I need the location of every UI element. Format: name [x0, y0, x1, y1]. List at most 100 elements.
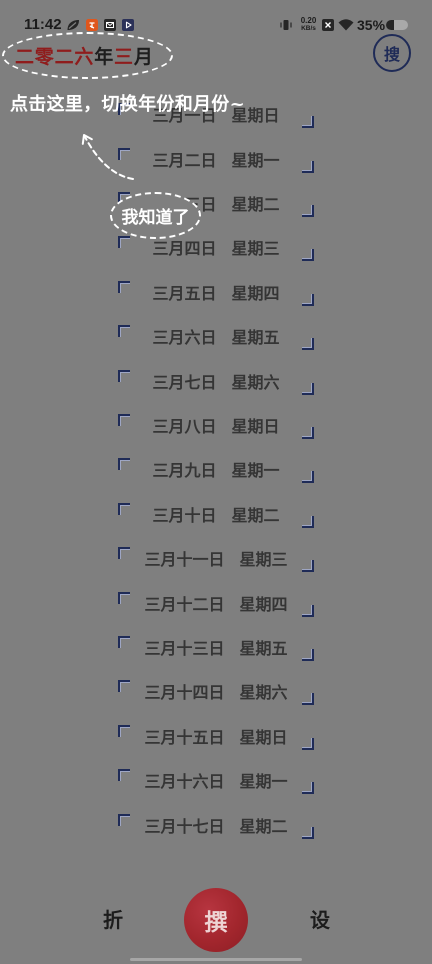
day-weekday: 星期一: [231, 461, 280, 481]
day-row[interactable]: 三月四日 星期三: [0, 227, 432, 271]
corner-ornament-icon: [118, 414, 130, 427]
day-row[interactable]: 三月十五日 星期日: [0, 716, 432, 760]
corner-ornament-icon: [302, 427, 314, 440]
vibrate-icon: [280, 19, 292, 31]
day-date: 三月四日: [152, 239, 217, 259]
day-row[interactable]: 三月五日 星期四: [0, 272, 432, 316]
day-row[interactable]: 三月十日 星期二: [0, 494, 432, 538]
day-frame: 三月八日 星期日: [118, 414, 314, 440]
day-frame: 三月十四日 星期六: [118, 680, 314, 706]
corner-ornament-icon: [302, 826, 314, 839]
month-title[interactable]: 二零二六年三月: [15, 45, 154, 69]
day-date: 三月十三日: [144, 639, 225, 659]
corner-ornament-icon: [118, 502, 130, 515]
day-row[interactable]: 三月十七日 星期二: [0, 805, 432, 849]
day-frame: 三月十二日 星期四: [118, 591, 314, 617]
day-frame: 三月四日 星期三: [118, 236, 314, 262]
day-frame: 三月十六日 星期一: [118, 769, 314, 795]
day-frame: 三月二日 星期一: [118, 147, 314, 173]
day-date: 三月十二日: [144, 594, 225, 614]
day-row[interactable]: 三月十四日 星期六: [0, 671, 432, 715]
play-icon: [122, 19, 134, 31]
day-row[interactable]: 三月十二日 星期四: [0, 582, 432, 626]
day-row[interactable]: 三月十六日 星期一: [0, 760, 432, 804]
corner-ornament-icon: [118, 280, 130, 293]
day-date: 三月七日: [152, 372, 217, 392]
day-date: 三月十一日: [144, 550, 225, 570]
corner-ornament-icon: [118, 769, 130, 782]
wifi-icon: [338, 18, 354, 31]
got-it-button[interactable]: 我知道了: [110, 192, 201, 239]
day-frame: 三月五日 星期四: [118, 280, 314, 306]
day-date: 三月十四日: [144, 683, 225, 703]
app-badge-icon: [86, 19, 98, 31]
day-row[interactable]: 三月十三日 星期五: [0, 627, 432, 671]
day-frame: 三月九日 星期一: [118, 458, 314, 484]
day-weekday: 星期四: [239, 594, 288, 614]
title-part: 二零二六: [15, 46, 95, 68]
day-row[interactable]: 三月八日 星期日: [0, 405, 432, 449]
day-row[interactable]: 三月三日星期二: [0, 183, 432, 227]
day-weekday: 星期四: [231, 283, 280, 303]
day-date: 三月十七日: [144, 816, 225, 836]
nav-compose-button[interactable]: 撰: [184, 888, 248, 952]
day-frame: 三月十一日 星期三: [118, 547, 314, 573]
corner-ornament-icon: [302, 782, 314, 795]
corner-ornament-icon: [302, 338, 314, 351]
corner-ornament-icon: [118, 103, 130, 116]
corner-ornament-icon: [118, 636, 130, 649]
corner-ornament-icon: [302, 649, 314, 662]
day-row[interactable]: 三月十一日 星期三: [0, 538, 432, 582]
day-date: 三月十六日: [144, 772, 225, 792]
nav-fold-button[interactable]: 折: [98, 907, 128, 933]
status-bar: 11:42 0.20 KB/s 35%: [0, 0, 432, 44]
day-weekday: 星期一: [239, 772, 288, 792]
day-row[interactable]: 三月二日 星期一: [0, 138, 432, 182]
corner-ornament-icon: [302, 382, 314, 395]
corner-ornament-icon: [118, 325, 130, 338]
day-date: 三月八日: [152, 417, 217, 437]
corner-ornament-icon: [118, 813, 130, 826]
day-frame: 三月十日 星期二: [118, 502, 314, 528]
day-list: 三月一日星期日三月二日星期一三月三日星期二三月四日星期三三月五日星期四三月六日星…: [0, 94, 432, 849]
corner-ornament-icon: [118, 680, 130, 693]
corner-ornament-icon: [118, 369, 130, 382]
corner-ornament-icon: [118, 458, 130, 471]
corner-ornament-icon: [302, 249, 314, 262]
search-button[interactable]: 搜: [373, 34, 411, 72]
day-weekday: 星期三: [231, 239, 280, 259]
corner-ornament-icon: [302, 693, 314, 706]
no-sim-icon: [322, 19, 334, 31]
day-frame: 三月一日 星期日: [118, 103, 314, 129]
day-weekday: 星期五: [239, 639, 288, 659]
day-weekday: 星期五: [231, 328, 280, 348]
corner-ornament-icon: [118, 724, 130, 737]
day-date: 三月一日: [152, 106, 217, 126]
day-frame: 三月六日 星期五: [118, 325, 314, 351]
day-weekday: 星期二: [231, 505, 280, 525]
day-frame: 三月十五日 星期日: [118, 724, 314, 750]
day-frame: 三月十七日 星期二: [118, 813, 314, 839]
day-weekday: 星期三: [239, 550, 288, 570]
day-row[interactable]: 三月一日 星期日: [0, 94, 432, 138]
day-date: 三月六日: [152, 328, 217, 348]
nav-settings-button[interactable]: 设: [305, 907, 335, 933]
day-weekday: 星期六: [231, 372, 280, 392]
day-weekday: 星期日: [239, 727, 288, 747]
corner-ornament-icon: [302, 205, 314, 218]
title-part: 三: [114, 46, 134, 68]
day-weekday: 星期二: [239, 816, 288, 836]
day-weekday: 星期二: [231, 195, 280, 215]
day-weekday: 星期日: [231, 106, 280, 126]
day-row[interactable]: 三月六日 星期五: [0, 316, 432, 360]
status-time: 11:42: [24, 16, 62, 33]
corner-ornament-icon: [302, 471, 314, 484]
corner-ornament-icon: [302, 116, 314, 129]
day-row[interactable]: 三月九日 星期一: [0, 449, 432, 493]
home-indicator[interactable]: [130, 958, 302, 961]
corner-ornament-icon: [302, 160, 314, 173]
day-frame: 三月七日 星期六: [118, 369, 314, 395]
day-frame: 三月十三日 星期五: [118, 636, 314, 662]
day-date: 三月九日: [152, 461, 217, 481]
day-row[interactable]: 三月七日 星期六: [0, 360, 432, 404]
